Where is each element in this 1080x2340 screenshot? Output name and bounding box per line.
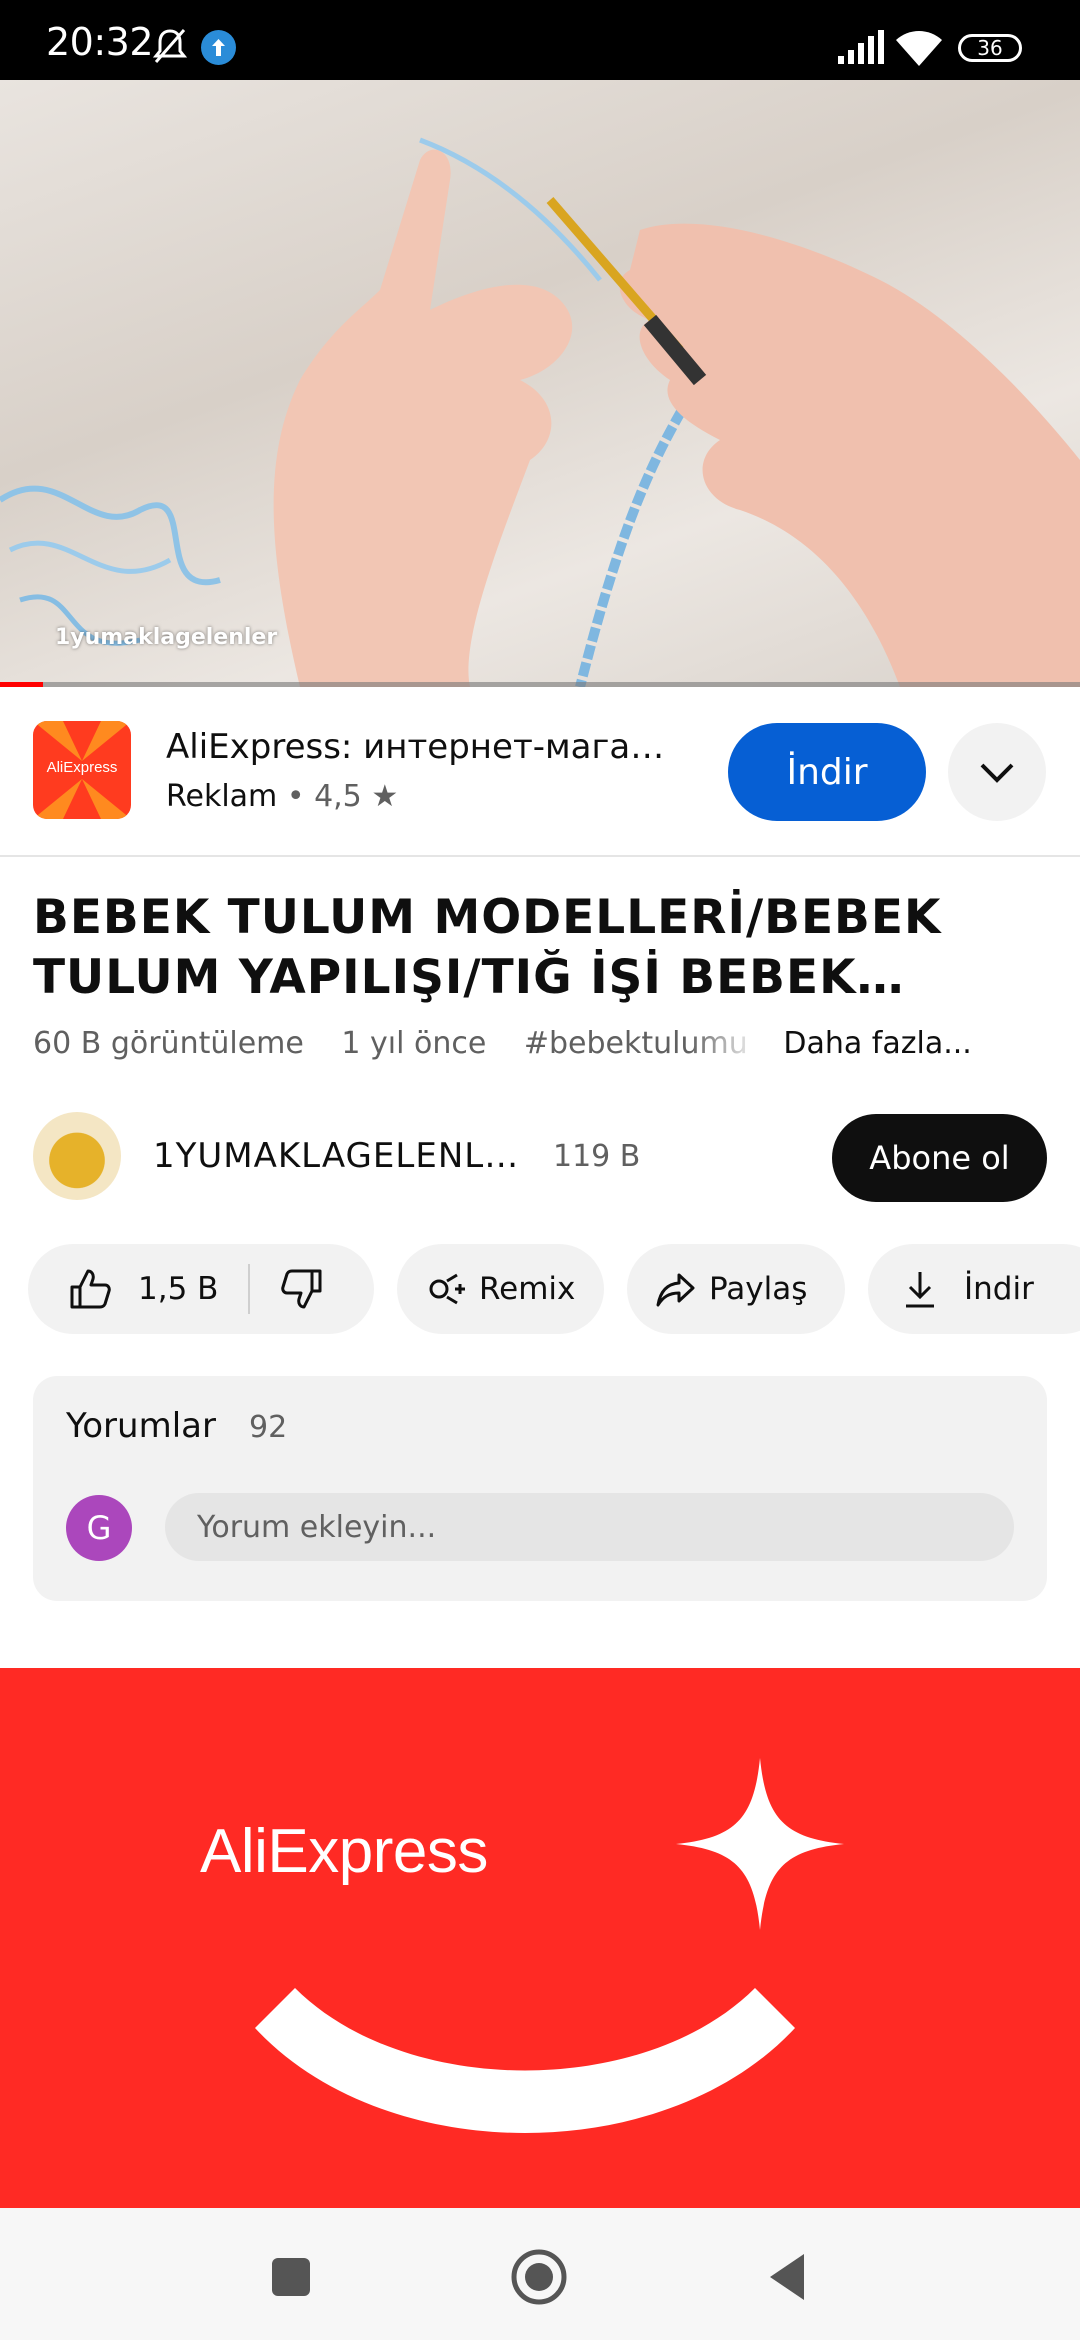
- video-player[interactable]: 1yumaklagelenler: [0, 80, 1080, 687]
- aliexpress-banner-ad[interactable]: AliExpress: [0, 1668, 1080, 2208]
- banner-logo-text: AliExpress: [200, 1817, 488, 1886]
- video-frame: [0, 137, 1080, 687]
- remix-icon: [429, 1273, 465, 1305]
- status-bar: 20:32 36: [0, 0, 1080, 80]
- square-icon: [272, 2258, 310, 2296]
- signal-icon: [838, 30, 884, 64]
- remix-label: Remix: [479, 1271, 576, 1307]
- ad-app-logo: AliExpress: [33, 721, 131, 819]
- wifi-icon: [896, 31, 942, 66]
- more-link[interactable]: Daha fazla...: [783, 1026, 971, 1061]
- share-icon: [656, 1273, 695, 1307]
- ad-title[interactable]: AliExpress: интернет-мага…: [166, 727, 686, 767]
- action-bar: 1,5 B Remix Paylaş İndir: [28, 1244, 1080, 1334]
- video-watermark: 1yumaklagelenler: [55, 625, 278, 650]
- hashtag-link[interactable]: #bebektulumu: [524, 1026, 760, 1061]
- like-icon[interactable]: [68, 1267, 112, 1311]
- video-title[interactable]: BEBEK TULUM MODELLERİ/BEBEK TULUM YAPILI…: [33, 888, 1048, 1008]
- ad-label: Reklam: [166, 779, 278, 814]
- download-button[interactable]: İndir: [868, 1244, 1080, 1334]
- ad-rating: 4,5: [314, 779, 362, 814]
- ad-expand-button[interactable]: [948, 723, 1046, 821]
- recent-apps-button[interactable]: [256, 2242, 326, 2312]
- upload-age: 1 yıl önce: [341, 1026, 487, 1061]
- home-button[interactable]: [504, 2242, 574, 2312]
- channel-name[interactable]: 1YUMAKLAGELENL…: [153, 1136, 533, 1176]
- chevron-down-icon: [980, 763, 1014, 783]
- like-dislike-group: 1,5 B: [28, 1244, 374, 1334]
- back-button[interactable]: [752, 2242, 822, 2312]
- status-time: 20:32: [46, 20, 154, 64]
- share-label: Paylaş: [709, 1271, 808, 1307]
- star-icon: ★: [371, 779, 399, 814]
- ad-meta: Reklam • 4,5 ★: [166, 779, 399, 814]
- comment-input[interactable]: [165, 1493, 1014, 1561]
- subscriber-count: 119 B: [553, 1139, 641, 1174]
- upload-notification-icon: [201, 30, 236, 65]
- back-triangle-icon: [770, 2254, 804, 2300]
- download-label: İndir: [964, 1271, 1034, 1307]
- ad-logo-text: AliExpress: [46, 759, 118, 776]
- remix-button[interactable]: Remix: [397, 1244, 604, 1334]
- view-count: 60 B görüntüleme: [33, 1026, 304, 1061]
- like-divider: [248, 1264, 251, 1314]
- ad-install-button[interactable]: İndir: [728, 723, 926, 821]
- smile-shape: [255, 1988, 795, 2133]
- share-button[interactable]: Paylaş: [627, 1244, 845, 1334]
- circle-icon: [511, 2249, 567, 2305]
- like-count: 1,5 B: [138, 1271, 219, 1307]
- comments-card[interactable]: Yorumlar 92 G: [33, 1376, 1047, 1601]
- subscribe-button[interactable]: Abone ol: [832, 1114, 1047, 1202]
- comments-title: Yorumlar: [66, 1406, 216, 1446]
- dislike-icon[interactable]: [280, 1267, 324, 1311]
- comments-count: 92: [249, 1410, 288, 1445]
- video-meta[interactable]: 60 B görüntüleme 1 yıl önce #bebektulumu…: [33, 1026, 1048, 1061]
- notifications-muted-icon: [152, 29, 188, 63]
- download-icon: [906, 1272, 934, 1308]
- system-nav-bar: [0, 2208, 1080, 2340]
- battery-icon: 36: [958, 34, 1022, 62]
- ad-card[interactable]: AliExpress AliExpress: интернет-мага… Re…: [0, 687, 1080, 857]
- sparkle-star-icon: [676, 1758, 844, 1930]
- channel-avatar[interactable]: [33, 1112, 121, 1200]
- user-avatar: G: [66, 1495, 132, 1561]
